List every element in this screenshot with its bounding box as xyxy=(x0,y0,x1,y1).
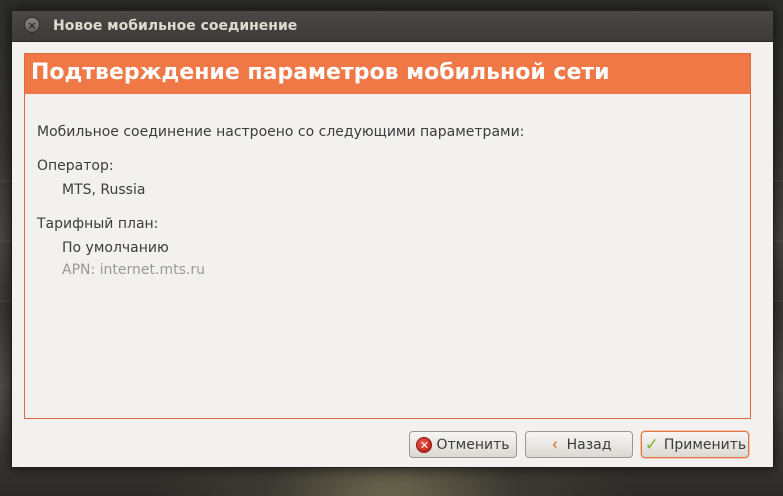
page-content: Подтверждение параметров мобильной сети … xyxy=(24,53,751,419)
assistant-window: × Новое мобильное соединение Подтвержден… xyxy=(11,10,774,468)
provider-label: Оператор: xyxy=(37,158,114,174)
plan-label: Тарифный план: xyxy=(37,216,159,232)
cancel-icon: ✕ xyxy=(416,436,433,453)
summary-intro: Мобильное соединение настроено со следую… xyxy=(37,124,525,140)
apn-value: APN: internet.mts.ru xyxy=(62,262,205,278)
close-icon[interactable]: × xyxy=(24,17,40,33)
checkmark-icon: ✓ xyxy=(644,434,659,455)
window-title: Новое мобильное соединение xyxy=(53,18,298,34)
back-arrow-icon: ‹ xyxy=(551,433,558,455)
provider-value: MTS, Russia xyxy=(62,182,146,198)
back-button[interactable]: ‹ Назад xyxy=(525,431,633,458)
window-titlebar[interactable]: × Новое мобильное соединение xyxy=(12,11,773,42)
page-title: Подтверждение параметров мобильной сети xyxy=(31,60,610,85)
apply-button[interactable]: ✓ Применить xyxy=(641,431,749,458)
page-header: Подтверждение параметров мобильной сети xyxy=(25,54,750,94)
plan-value: По умолчанию xyxy=(62,240,169,256)
cancel-button[interactable]: ✕ Отменить xyxy=(409,431,517,458)
cancel-button-label: Отменить xyxy=(436,436,510,453)
back-button-label: Назад xyxy=(566,436,612,453)
apply-button-label: Применить xyxy=(663,436,747,453)
